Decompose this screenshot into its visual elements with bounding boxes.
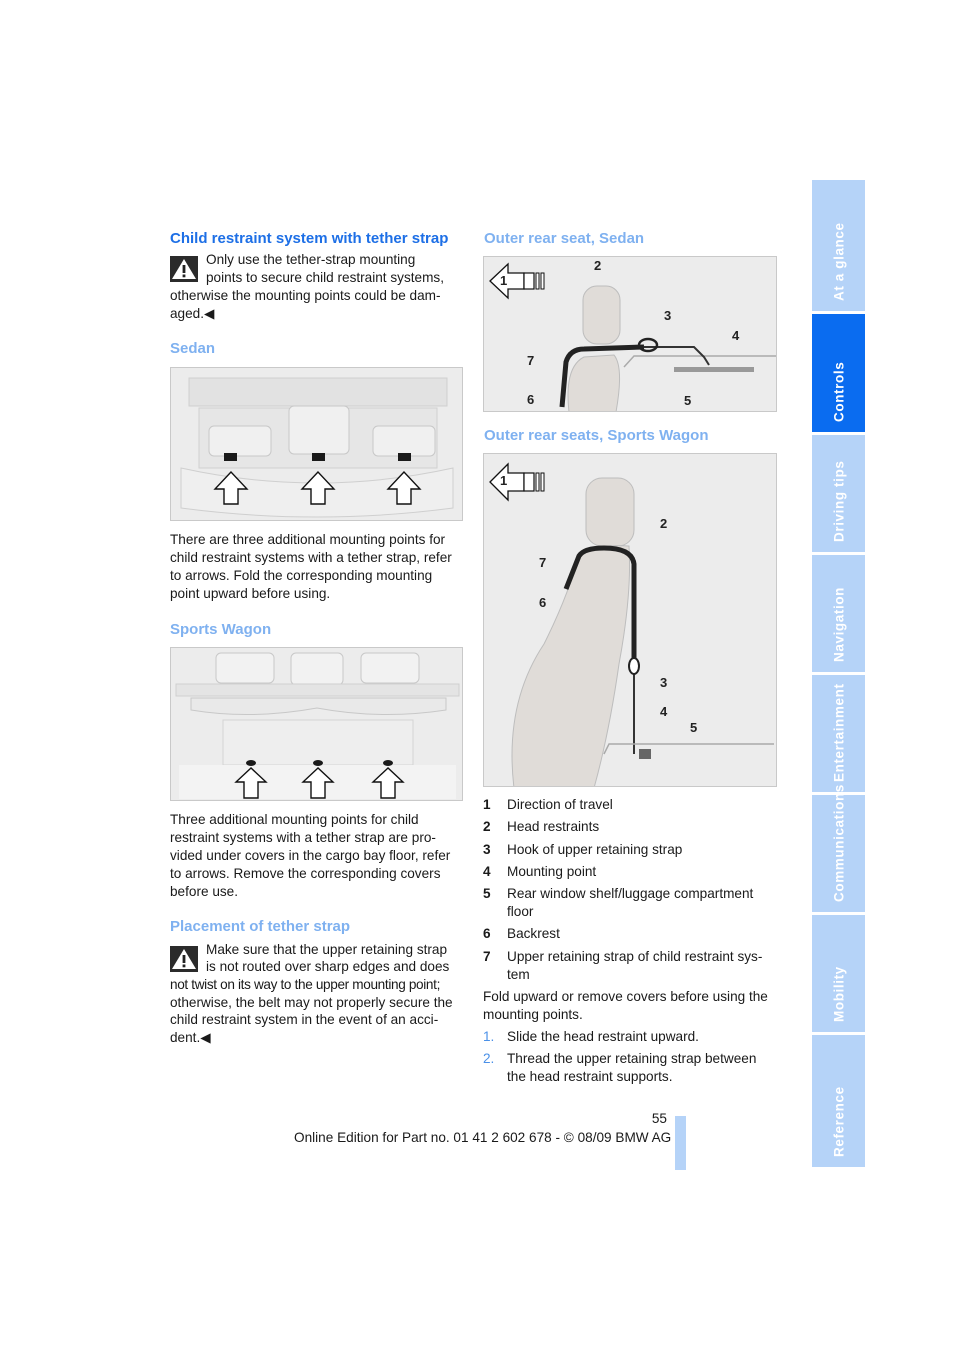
step-number: 2. — [483, 1051, 495, 1066]
callout-2: 2 — [660, 516, 668, 531]
mounting-point-marker — [398, 453, 411, 461]
legend-label: Rear window shelf/luggage compartment — [507, 886, 754, 901]
sports-wagon-heading: Sports Wagon — [170, 621, 272, 638]
section-title: Child restraint system with tether strap — [170, 230, 449, 247]
callout-3: 3 — [664, 308, 672, 323]
legend-label: tem — [507, 967, 530, 982]
warning-text: not twist on its way to the upper mounti… — [170, 977, 440, 992]
legend-label: Hook of upper retaining strap — [507, 842, 683, 857]
legend-number: 1 — [483, 797, 491, 812]
tab-at-a-glance[interactable]: At a glance — [812, 180, 865, 311]
legend-label: Mounting point — [507, 864, 597, 879]
sedan-heading: Sedan — [170, 340, 216, 357]
tab-controls[interactable]: Controls — [812, 314, 865, 432]
warning-icon — [170, 256, 198, 282]
legend-label: floor — [507, 904, 534, 919]
legend-number: 2 — [483, 819, 491, 834]
warning-text: child restraint system in the event of a… — [170, 1012, 439, 1027]
legend-label: Upper retaining strap of child restraint… — [507, 949, 763, 964]
page-number: 55 — [651, 1111, 667, 1126]
edition-footer: Online Edition for Part no. 01 41 2 602 … — [294, 1130, 672, 1145]
legend-number: 3 — [483, 842, 491, 857]
mounting-point-marker — [312, 453, 325, 461]
wagon-text: vided under covers in the cargo bay floo… — [170, 848, 451, 863]
warning-text: Only use the tether-strap mounting — [206, 252, 416, 267]
warning-text: dent.◀ — [170, 1030, 211, 1045]
tab-label: Controls — [831, 361, 846, 422]
wagon-seat-diagram: 1 2 3 4 5 6 7 — [483, 453, 777, 787]
step-text: the head restraint supports. — [507, 1069, 673, 1084]
mounting-point-marker — [224, 453, 237, 461]
sedan-seat-diagram: 1 2 3 4 5 6 7 — [483, 256, 777, 412]
callout-7: 7 — [527, 353, 535, 368]
legend-number: 5 — [483, 886, 491, 901]
mounting-point-marker — [313, 760, 323, 766]
legend-label: Head restraints — [507, 819, 600, 834]
tab-label: Communications — [831, 784, 846, 902]
tab-label: Driving tips — [831, 460, 846, 542]
warning-text: aged.◀ — [170, 306, 215, 321]
callout-6: 6 — [539, 595, 547, 610]
callout-5: 5 — [690, 720, 698, 735]
callout-6: 6 — [527, 392, 535, 407]
step-text: Thread the upper retaining strap between — [507, 1051, 757, 1066]
tab-label: Mobility — [831, 966, 846, 1022]
warning-text: Make sure that the upper retaining strap — [206, 942, 448, 957]
page-marker-bar — [675, 1116, 686, 1170]
warning-text: otherwise the mounting points could be d… — [170, 288, 441, 303]
sedan-mounting-points-figure — [170, 367, 463, 521]
fold-text: mounting points. — [483, 1007, 583, 1022]
warning-text: otherwise, the belt may not properly sec… — [170, 995, 453, 1010]
step-number: 1. — [483, 1029, 495, 1044]
callout-2: 2 — [594, 258, 602, 273]
callout-4: 4 — [660, 704, 668, 719]
fold-text: Fold upward or remove covers before usin… — [483, 989, 768, 1004]
legend-number: 4 — [483, 864, 491, 879]
legend-number: 7 — [483, 949, 491, 964]
warning-text: is not routed over sharp edges and does — [206, 959, 450, 974]
sedan-text: point upward before using. — [170, 586, 331, 601]
wagon-text: to arrows. Remove the corresponding cove… — [170, 866, 441, 881]
mounting-point-marker — [383, 760, 393, 766]
placement-heading: Placement of tether strap — [170, 918, 351, 935]
callout-1: 1 — [500, 473, 508, 488]
callout-5: 5 — [684, 393, 692, 408]
tab-label: Navigation — [831, 586, 846, 662]
wagon-text: restraint systems with a tether strap ar… — [170, 830, 436, 845]
sedan-text: to arrows. Fold the corresponding mounti… — [170, 568, 433, 583]
tab-label: Entertainment — [831, 683, 846, 782]
sedan-text: There are three additional mounting poin… — [170, 532, 446, 547]
wagon-text: before use. — [170, 884, 239, 899]
callout-1: 1 — [500, 273, 508, 288]
mounting-point-marker — [246, 760, 256, 766]
warning-icon — [170, 946, 198, 972]
legend-label: Backrest — [507, 926, 560, 941]
tab-driving-tips[interactable]: Driving tips — [812, 435, 865, 552]
step-text: Slide the head restraint upward. — [507, 1029, 699, 1044]
wagon-seat-heading: Outer rear seats, Sports Wagon — [484, 427, 709, 444]
callout-3: 3 — [660, 675, 668, 690]
callout-7: 7 — [539, 555, 547, 570]
wagon-mounting-points-figure — [170, 647, 463, 801]
legend-number: 6 — [483, 926, 491, 941]
sedan-seat-heading: Outer rear seat, Sedan — [484, 230, 645, 247]
tab-entertainment[interactable]: Entertainment — [812, 675, 865, 792]
wagon-text: Three additional mounting points for chi… — [170, 812, 419, 827]
tab-label: At a glance — [831, 222, 846, 301]
callout-4: 4 — [732, 328, 740, 343]
tab-label: Reference — [831, 1086, 846, 1157]
warning-text: points to secure child restraint systems… — [206, 270, 444, 285]
tab-mobility[interactable]: Mobility — [812, 915, 865, 1032]
sedan-text: child restraint systems with a tether st… — [170, 550, 452, 565]
legend-label: Direction of travel — [507, 797, 613, 812]
tab-navigation[interactable]: Navigation — [812, 555, 865, 672]
tab-reference[interactable]: Reference — [812, 1035, 865, 1167]
tab-communications[interactable]: Communications — [812, 784, 865, 912]
